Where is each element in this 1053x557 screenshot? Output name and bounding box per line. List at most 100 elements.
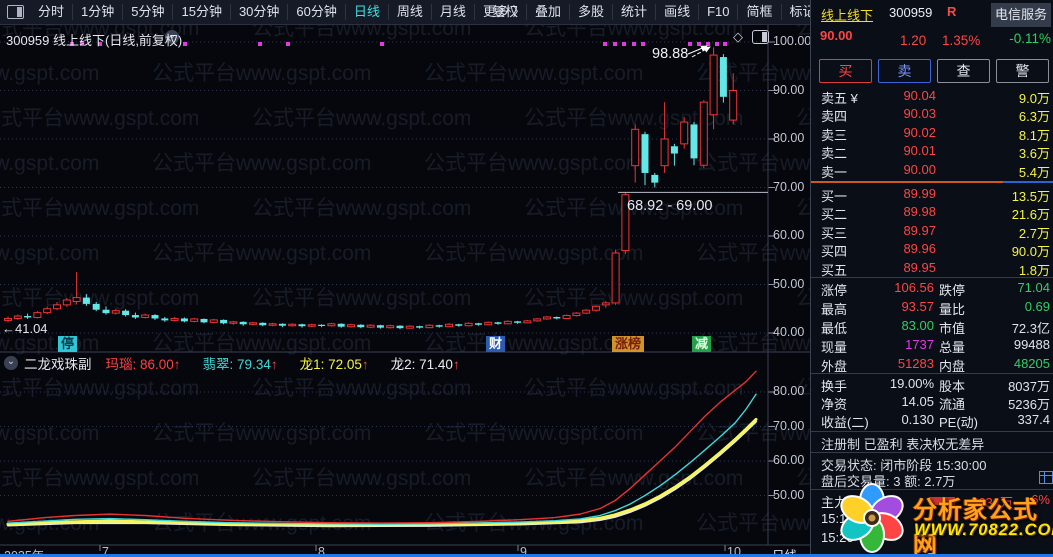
menu-item-日线[interactable]: 日线 <box>344 4 388 20</box>
stat-label: 最高 <box>821 302 848 317</box>
watermark-text: 公式平台www.gspt.com <box>424 62 644 85</box>
separator <box>811 277 1053 278</box>
ask-row-volume: 8.1万 <box>1018 127 1050 143</box>
indicator-value-label: ←41.04 <box>2 321 48 336</box>
stat-value: 99488 <box>1013 337 1050 352</box>
bid-row-volume: 90.0万 <box>1011 244 1050 260</box>
stock-name[interactable]: 线上线下 <box>821 5 873 24</box>
logo-url: WWW.70822.COM <box>914 521 1053 539</box>
watermark-text: 公式平台www.gspt.com <box>152 62 372 85</box>
stat-value: 337.4 <box>1017 412 1050 427</box>
stat-label: PE(动) <box>939 415 979 430</box>
ask-row-price: 90.04 <box>903 88 936 103</box>
menu-item-叠加[interactable]: 叠加 <box>526 4 569 20</box>
indicator-param-翡翠: 翡翠: 79.34↑ <box>202 357 278 372</box>
menu-item-1分钟[interactable]: 1分钟 <box>72 4 122 20</box>
bid-row-volume: 13.5万 <box>1011 189 1050 204</box>
ask-row-volume: 5.4万 <box>1018 164 1050 180</box>
period-menu: 分时 1分钟 5分钟 15分钟 30分钟 60分钟 日线 周线 月线 更多 〉 <box>30 4 534 20</box>
bid-row-label: 买四 <box>821 244 848 260</box>
chart-region[interactable]: 公式平台www.gspt.com 公式平台www.gspt.com 公式平台www.… <box>0 24 812 557</box>
event-badge-停[interactable]: 停 <box>58 336 78 352</box>
watermark-text: 公式平台www.gspt.com <box>0 422 100 445</box>
bid-row-price: 89.96 <box>903 241 936 257</box>
menu-item-月线[interactable]: 月线 <box>430 4 474 20</box>
menu-item-画线[interactable]: 画线 <box>655 4 698 20</box>
price-tick-label: 80.00 <box>773 131 805 145</box>
event-badge-涨榜[interactable]: 涨榜 <box>612 336 645 352</box>
menu-item-30分钟[interactable]: 30分钟 <box>229 4 287 20</box>
sub-tick-label: 50.00 <box>773 487 805 502</box>
menu-item-5分钟[interactable]: 5分钟 <box>122 4 172 20</box>
watermark-text: 公式平台www.gspt.com <box>424 152 644 175</box>
sub-tick-label: 70.00 <box>773 418 805 433</box>
price-tick-label: 50.00 <box>773 276 805 291</box>
range-line-label: 68.92 - 69.00 <box>627 198 713 214</box>
bid-row-price: 89.98 <box>903 204 936 220</box>
stat-label: 总量 <box>939 340 966 355</box>
stat-value: 0.69 <box>1024 299 1050 314</box>
menu-item-简框[interactable]: 简框 <box>737 4 780 20</box>
separator <box>811 431 1053 432</box>
watermark-text: 公式平台www.gspt.com <box>252 197 472 220</box>
price-tick-label: 70.00 <box>773 179 805 194</box>
bid-row-volume: 21.6万 <box>1011 207 1050 223</box>
bid-row-label: 买五 <box>821 262 848 278</box>
diamond-icon[interactable]: ◇ <box>733 29 743 45</box>
trade-button-买[interactable]: 买 <box>819 59 872 83</box>
ask-row-label: 卖二 <box>821 146 848 162</box>
indicator-param-龙2: 龙2: 71.40↑ <box>390 357 460 372</box>
stat-value: 1737 <box>905 337 934 352</box>
stat-label: 换手 <box>821 379 848 394</box>
watermark-text: 公式平台www.gspt.com <box>252 24 472 40</box>
chart-title: 300959 线上线下(日线,前复权) <box>6 33 183 48</box>
watermark-text: 公式平台www.gspt.com <box>152 152 372 175</box>
event-badge-减[interactable]: 减 <box>692 336 712 352</box>
menu-item-周线[interactable]: 周线 <box>387 4 431 20</box>
stat-value: 48205 <box>1013 356 1050 371</box>
up-arrow-icon: ↑ <box>361 357 369 372</box>
trade-button-卖[interactable]: 卖 <box>878 59 931 83</box>
bid-ask-ratio-bar <box>811 181 1003 183</box>
bid-row-volume: 2.7万 <box>1018 225 1050 241</box>
stat-label: 收益(二) <box>821 415 869 430</box>
sub-tick-label: 60.00 <box>773 453 805 467</box>
collapse-icon[interactable]: ⌄ <box>4 356 18 370</box>
stat-value: 51283 <box>897 356 934 371</box>
watermark-text: 公式平台www.gspt.com <box>524 107 744 130</box>
ask-row-volume: 6.3万 <box>1018 109 1050 125</box>
bid-row-label: 买一 <box>821 189 848 204</box>
bid-row-label: 买二 <box>821 207 848 223</box>
watermark-text: 公式平台www.gspt.com <box>252 287 472 310</box>
event-badge-财[interactable]: 财 <box>486 336 506 352</box>
menu-item-统计[interactable]: 统计 <box>612 4 655 20</box>
menu-item-分时[interactable]: 分时 <box>30 4 72 20</box>
mini-window-icon[interactable] <box>752 30 769 44</box>
stat-label: 跌停 <box>939 283 966 298</box>
menu-item-15分钟[interactable]: 15分钟 <box>172 4 229 20</box>
price-change: 1.20 <box>900 33 927 48</box>
indicator-param-玛瑙: 玛瑙: 86.00↑ <box>105 357 181 372</box>
ask-row-label: 卖一 <box>821 164 848 180</box>
separator <box>811 373 1053 374</box>
menu-item-复权[interactable]: 复权 <box>484 4 526 20</box>
price-change-pct: 1.35% <box>942 33 981 48</box>
watermark-text: 公式平台www.gspt.com <box>696 512 812 535</box>
trade-button-查[interactable]: 查 <box>937 59 990 83</box>
stat-value: 83.00 <box>901 318 934 333</box>
sector-label[interactable]: 电信服务 <box>991 3 1051 27</box>
watermark-text: 公式平台www.gspt.com <box>524 24 744 40</box>
menu-item-F10[interactable]: F10 <box>698 4 737 20</box>
menu-item-多股[interactable]: 多股 <box>569 4 612 20</box>
stat-value: 106.56 <box>894 280 934 295</box>
stat-value: 5236万 <box>1008 397 1050 412</box>
watermark-text: 公式平台www.gspt.com <box>252 467 472 490</box>
trade-button-警[interactable]: 警 <box>996 59 1049 83</box>
layout-toggle-icon[interactable] <box>7 5 24 19</box>
site-logo: 分析家公式网 WWW.70822.COM <box>828 479 1053 557</box>
watermark-text: 公式平台www.gspt.com <box>152 512 372 535</box>
stock-code: 300959 <box>889 5 933 20</box>
menu-item-60分钟[interactable]: 60分钟 <box>287 4 344 20</box>
watermark-text: 公式平台www.gspt.com <box>524 377 744 400</box>
price-tick-label: 90.00 <box>773 82 805 97</box>
